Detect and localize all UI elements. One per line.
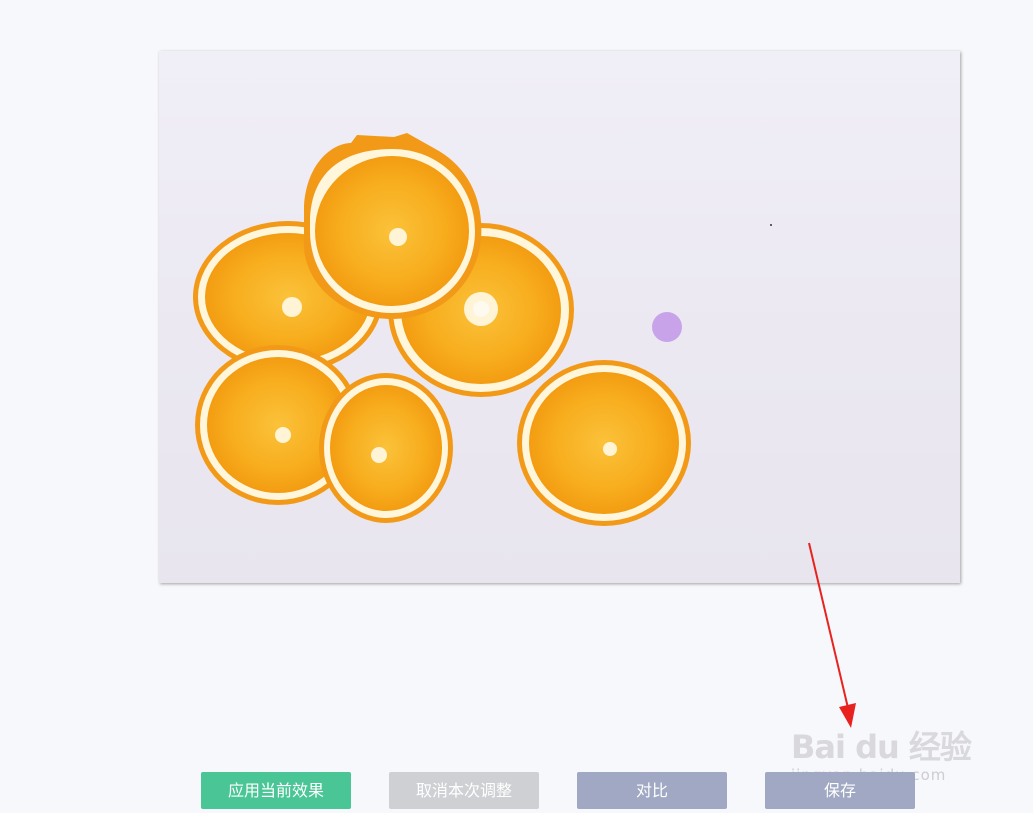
photo-speck [770,224,772,226]
cancel-adjustment-button[interactable]: 取消本次调整 [389,772,539,809]
save-button[interactable]: 保存 [765,772,915,809]
watermark-logo: Bai du 经验 [791,728,972,766]
photo-editor-page: Bai du 经验 jingyan.baidu.com 应用当前效果 取消本次调… [0,0,1033,813]
compare-button[interactable]: 对比 [577,772,727,809]
apply-effect-button[interactable]: 应用当前效果 [201,772,351,809]
orange-slice [303,133,482,319]
photo-canvas[interactable] [159,51,960,583]
orange-slice [319,373,453,523]
action-toolbar: 应用当前效果 取消本次调整 对比 保存 [0,772,1033,810]
orange-slice [517,360,691,526]
orange-slices-photo [193,133,772,526]
cursor-dot-icon [652,312,682,342]
